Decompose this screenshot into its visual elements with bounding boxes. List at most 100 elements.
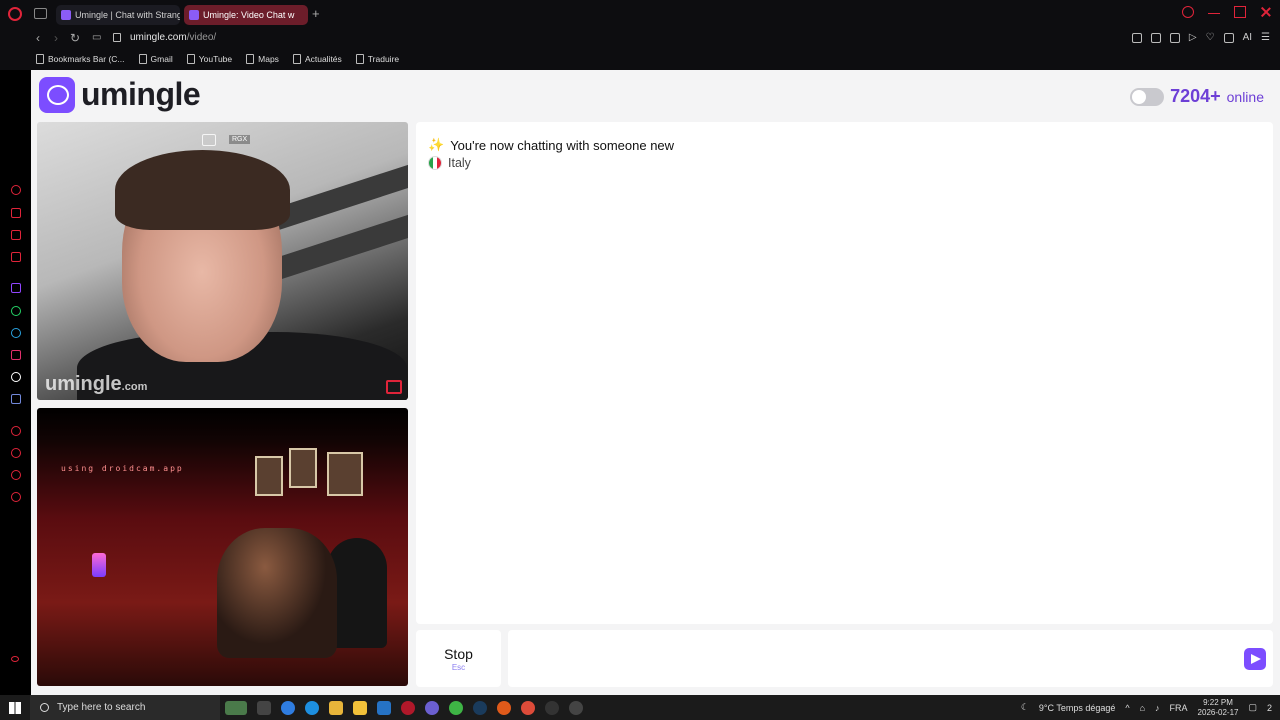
window-controls [1182,6,1272,18]
report-flag-icon[interactable] [386,380,402,394]
wall-poster [327,452,363,496]
extensions-icon[interactable] [1131,32,1142,43]
extensions-sidebar-icon[interactable] [11,470,21,480]
widgets-icon[interactable] [225,700,247,715]
discord-icon[interactable] [11,394,21,404]
bookmark-youtube[interactable]: YouTube [186,54,232,64]
opera-gx-icon[interactable] [401,700,415,715]
bookmark-label: Traduire [367,54,400,64]
taskbar-search-placeholder: Type here to search [57,702,146,713]
settings-icon[interactable] [11,492,21,502]
notifications-icon[interactable]: ▢ [1248,702,1257,713]
whatsapp-icon[interactable] [11,306,21,316]
heart-icon[interactable]: ♡ [1206,32,1215,43]
url-field[interactable]: umingle.com/video/ [130,32,216,43]
toolbar-tools: ▷ ♡ AI ☰ [1131,32,1270,43]
player-icon[interactable]: ▷ [1189,32,1197,43]
messenger-icon[interactable] [11,252,21,262]
edge-icon[interactable] [305,700,319,715]
minimize-icon[interactable] [1208,6,1220,14]
twitch-icon[interactable] [11,283,21,293]
message-input[interactable] [508,630,1273,687]
bookmark-bookmarks-bar[interactable]: Bookmarks Bar (C... [36,54,125,64]
screenshot-icon[interactable] [1150,32,1161,43]
profile-icon[interactable] [1223,32,1234,43]
language-indicator[interactable]: FRA [1170,703,1188,713]
watermark-suffix: .com [121,381,148,393]
page-icon [246,54,255,64]
bookmark-actualites[interactable]: Actualités [292,54,342,64]
stranger-video: RGX umingle.com [37,122,408,400]
flow-icon[interactable] [11,230,21,240]
stop-button[interactable]: Stop Esc [416,630,501,687]
new-tab-button[interactable]: + [312,6,320,21]
browser-sidebar [0,70,31,695]
windows-taskbar: Type here to search ☾ 9°C Temps dégagé ^… [0,695,1280,720]
taskbar-clock[interactable]: 9:22 PM 2026-02-17 [1198,698,1239,718]
app-icon[interactable] [497,700,511,715]
theme-toggle[interactable] [1130,87,1165,106]
task-view-icon[interactable] [257,700,271,715]
shopping-icon[interactable] [11,208,21,218]
weather-text[interactable]: 9°C Temps dégagé [1039,703,1115,713]
player-sidebar-icon[interactable] [11,426,21,436]
obs-icon[interactable] [545,700,559,715]
tray-overflow-icon[interactable]: ^ [1125,703,1129,713]
bookmark-maps[interactable]: Maps [246,54,279,64]
steam-icon[interactable] [473,700,487,715]
file-explorer-icon[interactable] [329,700,343,715]
close-icon[interactable] [1260,6,1272,18]
bookmarks-bar: Bookmarks Bar (C... Gmail YouTube Maps A… [0,48,1280,70]
search-tabs-icon[interactable] [1182,6,1194,18]
logo-text: umingle [81,76,201,112]
send-icon[interactable] [1244,648,1266,670]
stranger-country: Italy [428,156,471,170]
wall-poster [255,456,283,496]
maximize-icon[interactable] [1234,6,1246,18]
menu-icon[interactable]: ☰ [1261,32,1270,43]
system-tray: ☾ 9°C Temps dégagé ^ ⌂ ♪ FRA 9:22 PM 202… [1021,695,1272,720]
tab-label: Umingle | Chat with Strang [75,10,180,20]
country-name: Italy [448,156,471,170]
instagram-icon[interactable] [11,350,21,360]
start-button[interactable] [0,695,30,720]
url-path: /video/ [186,32,217,43]
weather-icon: ☾ [1020,702,1029,712]
site-logo[interactable]: umingle [39,76,201,113]
chrome-icon[interactable] [521,700,535,715]
bookmark-traduire[interactable]: Traduire [355,54,400,64]
gx-icon[interactable] [11,656,19,662]
network-icon[interactable]: ⌂ [1140,703,1145,713]
copilot-icon[interactable] [281,700,295,715]
clock-date: 2026-02-17 [1197,707,1239,717]
picture-in-picture-icon[interactable] [202,134,216,146]
droidcam-overlay-text: using droidcam.app [61,464,184,473]
online-indicator: 7204+ online [1130,86,1264,107]
opera-logo-icon[interactable] [8,7,22,21]
bookmark-gmail[interactable]: Gmail [138,54,173,64]
wall-poster [289,448,317,488]
history-icon[interactable] [11,448,21,458]
forward-icon[interactable]: › [54,31,58,45]
notes-icon[interactable] [353,700,367,715]
tab-umingle-chat[interactable]: Umingle | Chat with Strang [56,5,180,25]
tiktok-icon[interactable] [11,372,21,382]
tab-umingle-video[interactable]: Umingle: Video Chat w [184,5,308,25]
utorrent-icon[interactable] [449,700,463,715]
app-icon[interactable] [569,700,583,715]
mail-icon[interactable] [377,700,391,715]
page-icon [355,54,364,64]
bookmark-label: Maps [258,54,279,64]
back-icon[interactable]: ‹ [36,31,40,45]
volume-icon[interactable]: ♪ [1155,703,1160,713]
taskbar-search[interactable]: Type here to search [30,695,220,720]
snapshot-icon[interactable]: ▭ [92,32,101,43]
tab-overview-icon[interactable] [34,8,47,19]
shield-icon[interactable] [1169,32,1180,43]
video-watermark: umingle.com [45,373,147,396]
discord-taskbar-icon[interactable] [425,700,439,715]
reload-icon[interactable]: ↻ [70,31,80,45]
ai-button[interactable]: AI [1243,32,1252,43]
telegram-icon[interactable] [11,328,21,338]
aria-icon[interactable] [11,185,21,195]
